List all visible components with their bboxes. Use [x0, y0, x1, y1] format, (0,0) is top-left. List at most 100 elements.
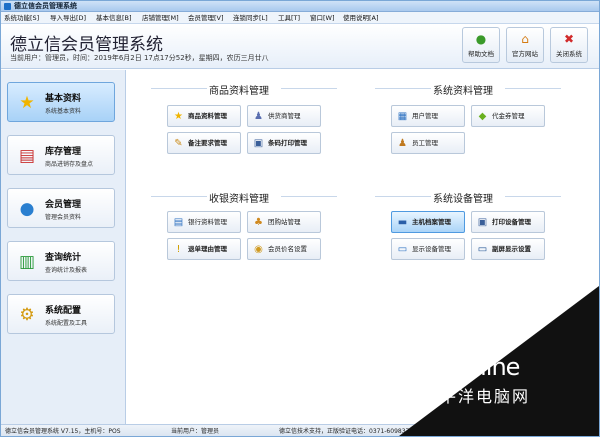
host-archive-button[interactable]: ▬ 主机档案管理 — [391, 211, 465, 233]
staff-button[interactable]: ♟ 员工管理 — [391, 132, 465, 154]
warning-icon: ! — [176, 244, 181, 255]
print-device-button[interactable]: ▣ 打印设备管理 — [471, 211, 545, 233]
divider — [151, 196, 207, 197]
button-label: 备注要求管理 — [188, 139, 227, 147]
divider — [505, 88, 561, 89]
button-label: 打印设备管理 — [492, 218, 531, 226]
display-device-button[interactable]: ▭ 显示设备管理 — [391, 238, 465, 260]
sidebar-item-title: 查询统计 — [45, 253, 82, 263]
menu-import-export[interactable]: 导入导出[D] — [50, 12, 86, 24]
coupon-button[interactable]: ◆ 代金券管理 — [471, 105, 545, 127]
divider — [281, 88, 337, 89]
member-price-button[interactable]: ◉ 会员价名设置 — [247, 238, 321, 260]
sidebar-item-sub: 系统基本资料 — [45, 108, 82, 115]
printer-icon: ▣ — [253, 138, 264, 149]
section-title-cashier: 收银资料管理 — [209, 194, 269, 205]
button-label: 条码打印管理 — [268, 139, 307, 147]
star-icon: ★ — [19, 93, 35, 113]
second-screen-button[interactable]: ▭ 副屏显示设置 — [471, 238, 545, 260]
title-bar: 德立信会员管理系统 — [1, 1, 599, 12]
bank-info-button[interactable]: ▤ 银行资料管理 — [167, 211, 241, 233]
sidebar-item-sub: 管理会员资料 — [45, 214, 82, 221]
divider — [505, 196, 561, 197]
sidebar-item-members[interactable]: ● 会员管理 管理会员资料 — [7, 188, 115, 228]
menu-system[interactable]: 系统功能[S] — [4, 12, 39, 24]
display-icon: ▭ — [397, 244, 408, 255]
supplier-button[interactable]: ♟ 供货商管理 — [247, 105, 321, 127]
home-icon: ⌂ — [521, 32, 529, 46]
section-title-devices: 系统设备管理 — [433, 194, 493, 205]
help-docs-button[interactable]: ● 帮助文档 — [462, 27, 500, 63]
sidebar: ★ 基本资料 系统基本资料 ▤ 库存管理 商品进销存及盘点 ● 会员管理 管理会… — [1, 70, 126, 424]
sidebar-item-sub: 商品进销存及盘点 — [45, 161, 94, 168]
user-icon: ▦ — [397, 111, 408, 122]
button-label: 商品资料管理 — [188, 112, 227, 120]
menu-basic-info[interactable]: 基本信息[B] — [96, 12, 132, 24]
user-manage-button[interactable]: ▦ 用户管理 — [391, 105, 465, 127]
button-label: 退单理由管理 — [188, 245, 227, 253]
price-icon: ◉ — [254, 244, 263, 255]
section-title-goods: 商品资料管理 — [209, 86, 269, 97]
button-label: 主机档案管理 — [412, 218, 451, 226]
star-icon: ★ — [174, 111, 183, 122]
button-label: 显示设备管理 — [412, 245, 451, 253]
help-docs-label: 帮助文档 — [468, 50, 494, 58]
cart-icon: ▤ — [18, 146, 36, 166]
remark-button[interactable]: ✎ 备注要求管理 — [167, 132, 241, 154]
window-title: 德立信会员管理系统 — [14, 2, 77, 10]
config-icon: ⚙ — [19, 305, 35, 325]
button-label: 供货商管理 — [268, 112, 301, 120]
button-label: 代金券管理 — [492, 112, 525, 120]
supplier-icon: ♟ — [254, 111, 263, 122]
sidebar-item-config[interactable]: ⚙ 系统配置 系统配置及工具 — [7, 294, 115, 334]
status-user: 当前用户：管理员 — [171, 428, 220, 435]
members-icon: ● — [19, 199, 35, 219]
button-label: 团购站管理 — [268, 218, 301, 226]
group-buy-button[interactable]: ♣ 团购站管理 — [247, 211, 321, 233]
app-window: 德立信会员管理系统 系统功能[S] 导入导出[D] 基本信息[B] 店铺管理[M… — [0, 0, 600, 437]
menu-window[interactable]: 窗口[W] — [310, 12, 335, 24]
sidebar-item-inventory[interactable]: ▤ 库存管理 商品进销存及盘点 — [7, 135, 115, 175]
help-icon: ● — [475, 32, 487, 46]
sidebar-item-title: 基本资料 — [45, 94, 82, 104]
group-icon: ♣ — [254, 217, 263, 228]
watermark-brand: PConline — [423, 353, 520, 381]
status-version: 德立信会员管理系统 V7.15，主机号：POS — [5, 428, 121, 435]
menu-store[interactable]: 店铺管理[M] — [142, 12, 179, 24]
printer-icon: ▣ — [477, 217, 488, 228]
divider — [375, 88, 431, 89]
menu-chain-sync[interactable]: 连锁同步[L] — [233, 12, 268, 24]
sidebar-item-stats[interactable]: ▥ 查询统计 查询统计及报表 — [7, 241, 115, 281]
watermark-sub: 太平洋电脑网 — [422, 387, 531, 406]
system-title: 德立信会员管理系统 — [10, 35, 163, 55]
button-label: 副屏显示设置 — [492, 245, 531, 253]
goods-info-button[interactable]: ★ 商品资料管理 — [167, 105, 241, 127]
sidebar-item-title: 库存管理 — [45, 147, 82, 157]
menu-help[interactable]: 使用说明[A] — [343, 12, 379, 24]
menu-members[interactable]: 会员管理[V] — [188, 12, 224, 24]
chart-icon: ▥ — [18, 252, 36, 272]
menu-bar: 系统功能[S] 导入导出[D] 基本信息[B] 店铺管理[M] 会员管理[V] … — [1, 12, 599, 24]
host-icon: ▬ — [397, 217, 408, 228]
second-screen-icon: ▭ — [477, 244, 488, 255]
close-system-button[interactable]: ✖ 关闭系统 — [550, 27, 588, 63]
menu-tools[interactable]: 工具[T] — [278, 12, 300, 24]
barcode-print-button[interactable]: ▣ 条码打印管理 — [247, 132, 321, 154]
close-system-label: 关闭系统 — [556, 50, 582, 58]
app-icon — [4, 3, 11, 10]
official-site-button[interactable]: ⌂ 官方网站 — [506, 27, 544, 63]
divider — [375, 196, 431, 197]
pencil-icon: ✎ — [174, 138, 183, 149]
official-site-label: 官方网站 — [512, 50, 538, 58]
session-info: 当前用户：管理员，时间：2019年6月2日 17点17分52秒，星期四，农历三月… — [10, 54, 269, 62]
section-title-system: 系统资料管理 — [433, 86, 493, 97]
sidebar-item-basic[interactable]: ★ 基本资料 系统基本资料 — [7, 82, 115, 122]
sidebar-item-title: 会员管理 — [45, 200, 82, 210]
bank-icon: ▤ — [173, 217, 184, 228]
sidebar-item-sub: 查询统计及报表 — [45, 267, 88, 274]
refund-reason-button[interactable]: ! 退单理由管理 — [167, 238, 241, 260]
status-support: 德立信技术支持，正版验证电话：0371-60983722 — [279, 428, 417, 435]
coupon-icon: ◆ — [478, 111, 487, 122]
sidebar-item-title: 系统配置 — [45, 306, 82, 316]
divider — [151, 88, 207, 89]
